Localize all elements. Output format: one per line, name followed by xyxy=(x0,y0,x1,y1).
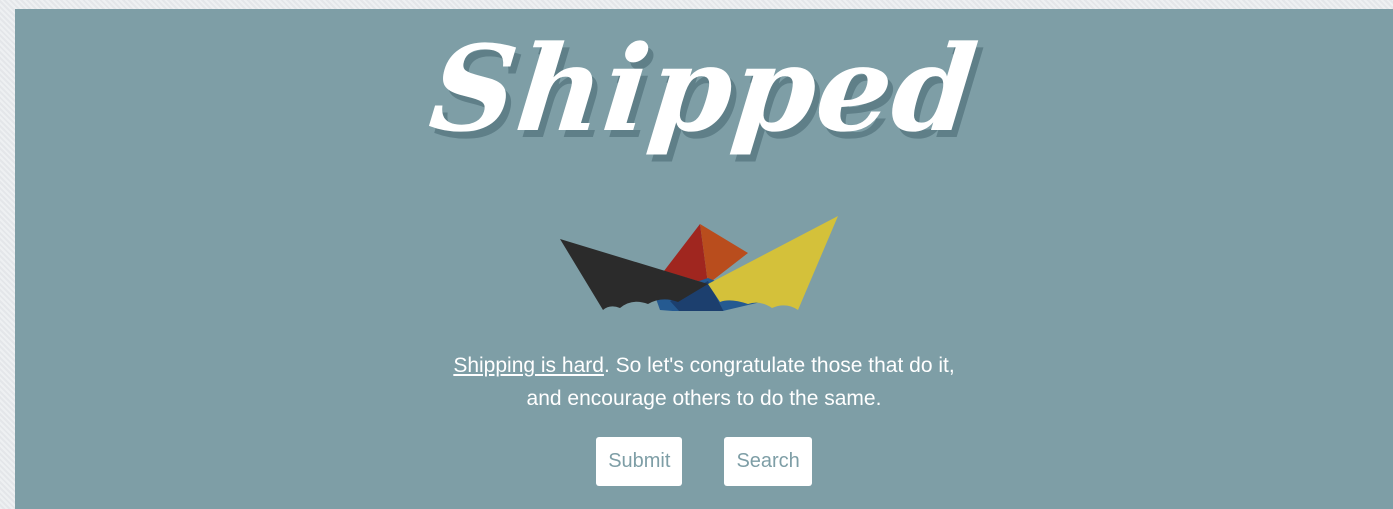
search-button[interactable]: Search xyxy=(724,437,812,486)
hero-section: Shipped Shipping is hard. So let's congr… xyxy=(15,9,1393,509)
shipping-is-hard-link[interactable]: Shipping is hard xyxy=(453,354,604,377)
tagline-line-1-text: . So let's congratulate those that do it… xyxy=(603,354,955,377)
action-buttons: Submit Search xyxy=(15,437,1393,486)
page-background: Shipped Shipping is hard. So let's congr… xyxy=(0,0,1393,509)
paper-boat-icon xyxy=(560,216,838,311)
tagline-line-1: Shipping is hard. So let's congratulate … xyxy=(15,349,1393,382)
tagline: Shipping is hard. So let's congratulate … xyxy=(15,349,1393,415)
submit-button[interactable]: Submit xyxy=(596,437,683,486)
tagline-line-2: and encourage others to do the same. xyxy=(526,387,882,410)
logo: Shipped xyxy=(15,9,1393,189)
logo-text: Shipped xyxy=(424,19,985,158)
